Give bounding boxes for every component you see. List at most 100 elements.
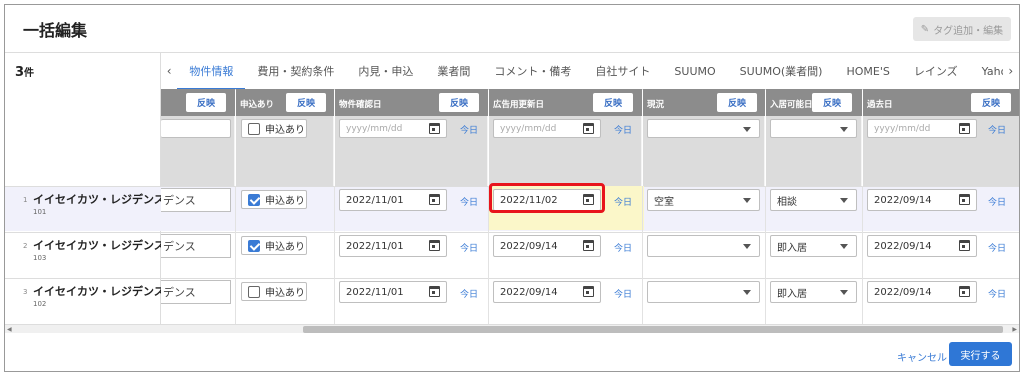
nyukyo-select[interactable]: 相談 [770,189,857,211]
chevron-right-icon[interactable]: › [1003,64,1019,78]
tab-property-info[interactable]: 物件情報 [177,53,246,89]
bulk-kako-date-input[interactable]: yyyy/mm/dd [867,119,977,138]
tab-homes[interactable]: HOME'S [834,53,901,89]
today-link[interactable]: 今日 [988,241,1006,254]
moushikomi-checkbox[interactable]: 申込あり [241,236,307,255]
scroll-right-icon[interactable]: ▶ [1012,326,1017,333]
calendar-icon[interactable] [583,240,594,251]
calendar-icon[interactable] [429,194,440,205]
kakunin-date-input[interactable]: 2022/11/01 [339,235,447,257]
calendar-icon[interactable] [959,240,970,251]
name-input[interactable]: デンス [161,280,231,304]
room-number: 102 [33,300,47,308]
reflect-button[interactable]: 反映 [717,93,757,112]
tab-suumo[interactable]: SUUMO [662,53,727,89]
today-link[interactable]: 今日 [460,123,478,136]
tab-comments[interactable]: コメント・備考 [482,53,583,89]
calendar-icon[interactable] [959,194,970,205]
tag-edit-button[interactable]: ✎ タグ追加・編集 [913,17,1011,41]
checkbox-checked[interactable] [248,193,260,206]
bulk-genkyo-select[interactable] [647,119,760,138]
execute-button[interactable]: 実行する [949,342,1012,366]
calendar-icon[interactable] [429,123,440,134]
checkbox[interactable] [248,285,260,298]
cancel-button[interactable]: キャンセル [897,349,947,364]
today-link[interactable]: 今日 [988,287,1006,300]
bulk-kakunin-date-input[interactable]: yyyy/mm/dd [339,119,447,138]
bulk-nyukyo-select[interactable] [770,119,857,138]
chevron-left-icon[interactable]: ‹ [161,64,177,78]
scroll-left-icon[interactable]: ◀ [7,326,12,333]
col-label-kakunin: 物件確認日 [339,100,382,110]
calendar-icon[interactable] [959,286,970,297]
reflect-button[interactable]: 反映 [971,93,1011,112]
tab-agents[interactable]: 業者間 [425,53,482,89]
today-link[interactable]: 今日 [988,195,1006,208]
name-input[interactable]: デンス [161,188,231,212]
calendar-icon[interactable] [429,286,440,297]
reflect-button[interactable]: 反映 [812,93,852,112]
horizontal-scrollbar[interactable]: ◀ ▶ [5,324,1019,333]
kako-date-input[interactable]: 2022/09/14 [867,189,977,211]
today-link[interactable]: 今日 [988,123,1006,136]
chevron-down-icon [743,198,751,203]
select-value: 空室 [654,196,674,208]
col-label-nyukyo: 入居可能日 [770,100,813,110]
kakunin-date-input[interactable]: 2022/11/01 [339,189,447,211]
today-link[interactable]: 今日 [614,123,632,136]
col-header-nyukyo: 入居可能日 反映 [766,89,862,116]
kakunin-date-input[interactable]: 2022/11/01 [339,281,447,303]
reflect-button[interactable]: 反映 [593,93,633,112]
moushikomi-checkbox[interactable]: 申込あり [241,190,307,209]
reflect-button[interactable]: 反映 [186,93,226,112]
today-link[interactable]: 今日 [614,287,632,300]
today-link[interactable]: 今日 [460,195,478,208]
kako-date-input[interactable]: 2022/09/14 [867,235,977,257]
nyukyo-select[interactable]: 即入居 [770,281,857,303]
tab-own-site[interactable]: 自社サイト [583,53,662,89]
checkbox[interactable] [248,122,260,135]
column-divider [862,186,863,324]
bulk-name-input[interactable] [161,119,231,138]
calendar-icon[interactable] [583,123,594,134]
reflect-button[interactable]: 反映 [439,93,479,112]
chevron-down-icon [840,127,848,132]
moushikomi-checkbox[interactable]: 申込あり [241,282,307,301]
genkyo-select[interactable]: 空室 [647,189,760,211]
page-title: 一括編集 [23,21,88,40]
dialog-header: 一括編集 ✎ タグ追加・編集 [5,5,1019,53]
nyukyo-select[interactable]: 即入居 [770,235,857,257]
koukoku-date-input[interactable]: 2022/09/14 [493,281,601,303]
koukoku-date-input[interactable]: 2022/09/14 [493,235,601,257]
genkyo-select[interactable] [647,235,760,257]
today-link[interactable]: 今日 [460,287,478,300]
tab-viewing-application[interactable]: 内見・申込 [346,53,425,89]
tab-cost-contract[interactable]: 費用・契約条件 [245,53,346,89]
col-header-0: 反映 [161,89,235,116]
tab-reins[interactable]: レインズ [902,53,970,89]
tab-suumo-agents[interactable]: SUUMO(業者間) [728,53,835,89]
bulk-moushikomi-checkbox[interactable]: 申込あり [241,119,307,138]
room-number: 101 [33,208,47,216]
today-link[interactable]: 今日 [614,195,632,208]
scrollbar-thumb[interactable] [303,326,1003,333]
kako-date-input[interactable]: 2022/09/14 [867,281,977,303]
chevron-down-icon [743,290,751,295]
checkbox-checked[interactable] [248,239,260,252]
today-link[interactable]: 今日 [460,241,478,254]
col-label-moushikomi: 申込あり [240,100,275,110]
date-placeholder: yyyy/mm/dd [346,123,403,134]
chevron-down-icon [743,127,751,132]
today-link[interactable]: 今日 [614,241,632,254]
tab-yahoo[interactable]: Yahoo [970,53,1003,89]
bulk-koukoku-date-input[interactable]: yyyy/mm/dd [493,119,601,138]
chevron-down-icon [743,244,751,249]
reflect-button[interactable]: 反映 [286,93,326,112]
calendar-icon[interactable] [429,240,440,251]
calendar-icon[interactable] [583,286,594,297]
genkyo-select[interactable] [647,281,760,303]
name-input[interactable]: デンス [161,234,231,258]
date-value: 2022/09/14 [874,240,932,252]
calendar-icon[interactable] [959,123,970,134]
record-count: 3件 [15,64,34,80]
